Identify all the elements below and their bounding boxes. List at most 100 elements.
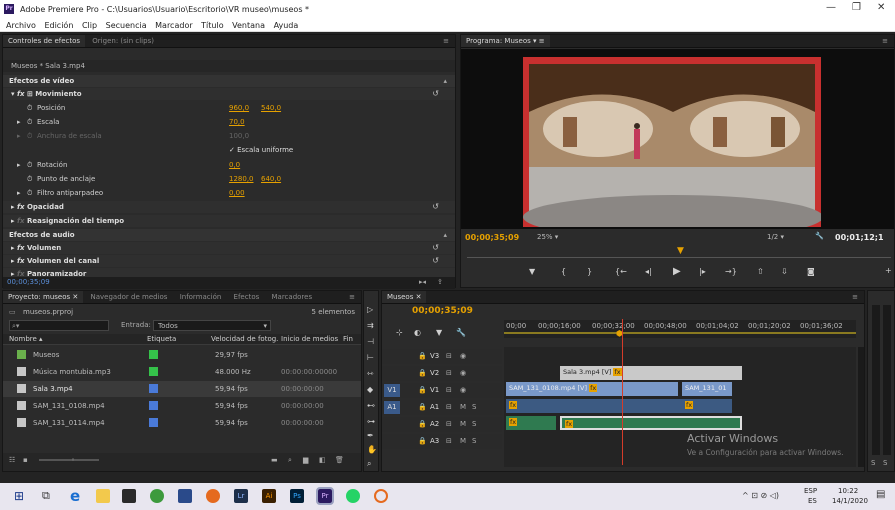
- tab-timeline[interactable]: Museos ✕: [382, 291, 427, 303]
- menu-ayuda[interactable]: Ayuda: [274, 21, 299, 30]
- position-x-value[interactable]: 960,0: [229, 104, 249, 112]
- panel-menu-icon[interactable]: ≡: [349, 293, 355, 301]
- volume-row[interactable]: ▸ fx Volumen ↺: [3, 242, 455, 254]
- tab-effects[interactable]: Efectos: [229, 291, 265, 303]
- sync-lock-icon[interactable]: ⊟: [446, 386, 452, 394]
- mark-in-icon[interactable]: {: [561, 267, 566, 276]
- slip-icon[interactable]: ⊷: [367, 401, 375, 410]
- export-icon[interactable]: ⇪: [437, 278, 443, 286]
- store-icon[interactable]: [122, 489, 136, 503]
- solo-right-button[interactable]: S: [883, 459, 887, 467]
- source-patch[interactable]: [384, 367, 400, 380]
- timeline-clip[interactable]: Sala 3.mp4 [V] fx: [560, 366, 742, 380]
- stopwatch-icon[interactable]: ⏱: [27, 175, 32, 184]
- marker-icon[interactable]: ▼: [529, 267, 535, 276]
- timeline-clip[interactable]: SAM_131_0108.mp4 [V] fx: [506, 382, 678, 396]
- stopwatch-icon[interactable]: ⏱: [27, 118, 32, 127]
- new-item-icon[interactable]: ◧: [319, 456, 326, 464]
- tray-icons[interactable]: ^ ⊡ ⊘ ◁): [742, 491, 779, 500]
- movement-row[interactable]: ▾ fx ⊞ Movimiento ↺: [3, 88, 455, 100]
- tab-program[interactable]: Programa: Museos ▾ ≡: [461, 35, 550, 47]
- uniform-scale-checkbox[interactable]: ✓ Escala uniforme: [229, 146, 293, 154]
- timeline-scrollbar[interactable]: [858, 347, 864, 467]
- lock-icon[interactable]: 🔒: [418, 386, 427, 394]
- label-swatch[interactable]: [149, 401, 158, 410]
- track-header[interactable]: 🔒 A2 ⊟ M S: [382, 417, 502, 432]
- tab-effect-controls[interactable]: Controles de efectos: [3, 35, 86, 47]
- source-patch[interactable]: [384, 418, 400, 431]
- linked-selection-icon[interactable]: ◐: [414, 328, 421, 337]
- eye-icon[interactable]: ◉: [460, 352, 466, 360]
- resolution-select[interactable]: 1/2 ▾: [767, 233, 784, 241]
- lock-icon[interactable]: 🔒: [418, 403, 427, 411]
- project-search-input[interactable]: ⌕▾: [9, 320, 109, 331]
- illustrator-icon[interactable]: Ai: [262, 489, 276, 503]
- edge-icon[interactable]: e: [70, 487, 80, 505]
- firefox-icon[interactable]: [206, 489, 220, 503]
- razor-icon[interactable]: ◆: [367, 385, 373, 394]
- tab-info[interactable]: Información: [175, 291, 227, 303]
- lock-icon[interactable]: 🔒: [418, 420, 427, 428]
- label-swatch[interactable]: [149, 384, 158, 393]
- zoom-slider[interactable]: [39, 459, 99, 461]
- expand-scale-icon[interactable]: ▸: [17, 118, 21, 126]
- tab-project[interactable]: Proyecto: museos ✕: [3, 291, 84, 303]
- scroll-up-icon[interactable]: ▴: [443, 77, 447, 85]
- premiere-taskbar-icon[interactable]: Pr: [316, 487, 334, 505]
- maximize-icon[interactable]: ❐: [852, 2, 861, 13]
- rate-stretch-icon[interactable]: ⇿: [367, 369, 374, 378]
- mute-button[interactable]: M: [460, 437, 466, 445]
- step-forward-icon[interactable]: |▸: [699, 267, 706, 276]
- project-list-item[interactable]: Música montubia.mp3 48.000 Hz 00:00:00:000…: [3, 364, 361, 380]
- entries-select[interactable]: Todos ▾: [153, 320, 271, 331]
- solo-button[interactable]: S: [472, 403, 476, 411]
- project-list-item[interactable]: SAM_131_0114.mp4 59,94 fps 00:00:00:00: [3, 415, 361, 431]
- menu-ventana[interactable]: Ventana: [232, 21, 265, 30]
- track-header[interactable]: A1 🔒 A1 ⊟ M S: [382, 400, 502, 415]
- playhead-icon[interactable]: ▼: [677, 246, 684, 256]
- mark-out-icon[interactable]: }: [587, 267, 592, 276]
- menu-secuencia[interactable]: Secuencia: [106, 21, 147, 30]
- pen-icon[interactable]: ✒: [367, 431, 374, 440]
- source-patch[interactable]: A1: [384, 401, 400, 414]
- camera-icon[interactable]: ◙: [807, 267, 815, 276]
- settings-wrench-icon[interactable]: 🔧: [456, 328, 466, 337]
- opacity-row[interactable]: ▸ fx Opacidad ↺: [3, 201, 455, 213]
- close-icon[interactable]: ✕: [877, 2, 885, 13]
- hand-icon[interactable]: ✋: [367, 445, 377, 454]
- track-header[interactable]: 🔒 A3 ⊟ M S: [382, 434, 502, 449]
- add-marker-icon[interactable]: ▼: [436, 328, 442, 337]
- lock-icon[interactable]: 🔒: [418, 437, 427, 445]
- panel-menu-icon[interactable]: ≡: [882, 37, 888, 45]
- go-to-out-icon[interactable]: →}: [725, 267, 737, 276]
- track-header[interactable]: 🔒 V2 ⊟ ◉: [382, 366, 502, 381]
- list-view-icon[interactable]: ☷: [9, 456, 15, 464]
- extract-icon[interactable]: ⇩: [781, 267, 788, 276]
- label-swatch[interactable]: [149, 350, 158, 359]
- time-ruler[interactable]: 00;00 00;00;16;00 00;00;32;00 00;00;48;0…: [504, 320, 856, 338]
- photoshop-icon[interactable]: Ps: [290, 489, 304, 503]
- scale-value[interactable]: 70,0: [229, 118, 245, 126]
- language-indicator[interactable]: ESP: [804, 487, 817, 495]
- find-icon[interactable]: ⌕: [288, 456, 292, 465]
- sync-lock-icon[interactable]: ⊟: [446, 437, 452, 445]
- position-y-value[interactable]: 540,0: [261, 104, 281, 112]
- lock-icon[interactable]: 🔒: [418, 369, 427, 377]
- video-frame[interactable]: [523, 57, 823, 239]
- col-name[interactable]: Nombre ▴: [9, 335, 43, 343]
- track-header[interactable]: V1 🔒 V1 ⊟ ◉: [382, 383, 502, 398]
- new-bin-icon[interactable]: ▬: [271, 456, 278, 464]
- mail-icon[interactable]: [178, 489, 192, 503]
- tab-source[interactable]: Origen: (sin clips): [87, 35, 159, 47]
- reset-icon[interactable]: ↺: [432, 89, 439, 98]
- project-list-item[interactable]: SAM_131_0108.mp4 59,94 fps 00:00:00:00: [3, 398, 361, 414]
- trash-icon[interactable]: 🗑: [335, 456, 344, 464]
- chrome-icon[interactable]: [150, 489, 164, 503]
- anchor-x-value[interactable]: 1280,0: [229, 175, 254, 183]
- sync-lock-icon[interactable]: ⊟: [446, 352, 452, 360]
- slide-icon[interactable]: ⊶: [367, 417, 375, 426]
- audio-clip[interactable]: fx: [560, 416, 742, 430]
- folder-new-icon[interactable]: ▆: [303, 456, 308, 464]
- minimize-icon[interactable]: —: [826, 2, 836, 13]
- scroll-up-icon[interactable]: ▴: [443, 231, 447, 239]
